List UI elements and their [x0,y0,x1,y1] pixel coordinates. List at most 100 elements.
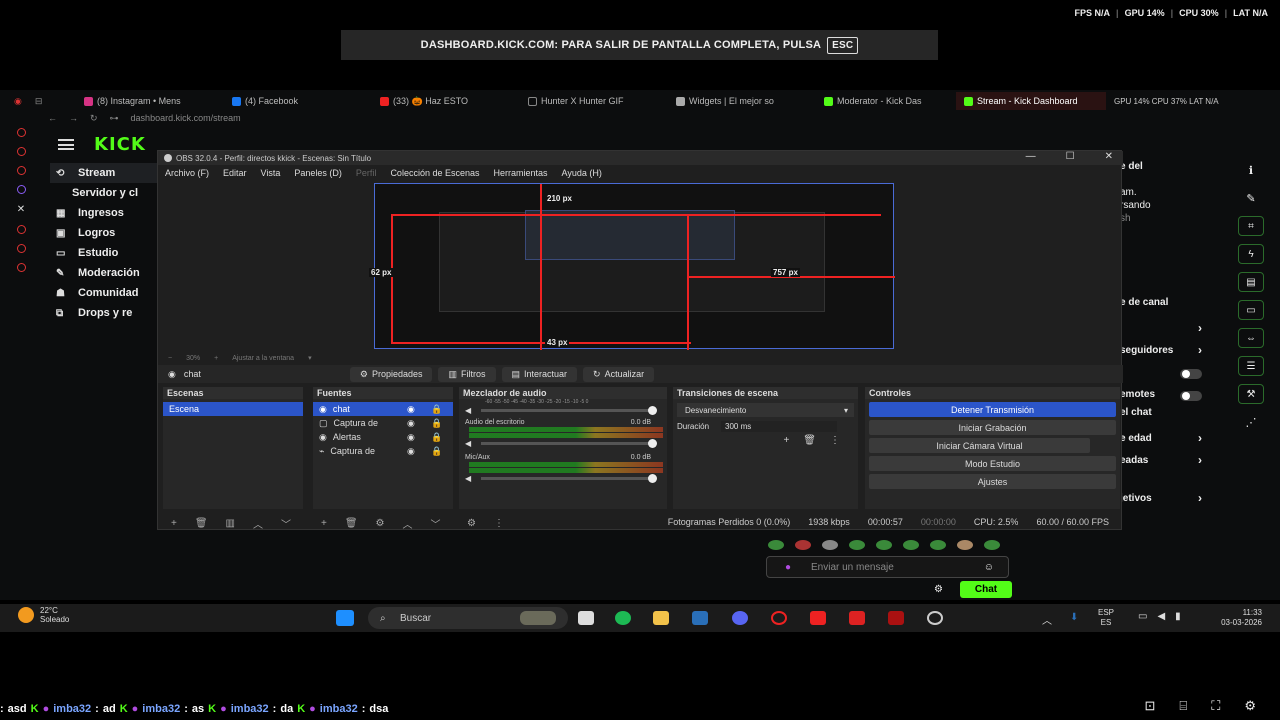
studio-mode-button[interactable]: Modo Estudio [869,456,1116,471]
lock-icon[interactable]: 🔒 [431,404,442,415]
tab-facebook[interactable]: (4) Facebook [224,92,372,110]
volume-slider[interactable] [481,439,657,448]
interact-button[interactable]: ▤ Interactuar [501,366,578,382]
obs-preview[interactable]: 210 px 62 px 757 px 43 px [369,183,895,350]
tab-moderator[interactable]: Moderator - Kick Das [816,92,956,110]
site-info-icon[interactable]: ⊶ [110,113,119,124]
properties-button[interactable]: ⚙ Propiedades [349,366,433,382]
url-text[interactable]: dashboard.kick.com/stream [131,113,241,123]
settings-button[interactable]: Ajustes [869,474,1116,489]
duration-input[interactable]: 300 ms [721,421,838,432]
setting-goals[interactable]: jetivos [1120,493,1152,504]
lock-icon[interactable]: 🔒 [431,418,442,429]
chat-input[interactable]: ● Enviar un mensaje ☺ [766,556,1009,578]
app-icon[interactable] [810,611,826,625]
chevron-right-icon[interactable]: › [1198,453,1202,467]
setting-chat[interactable]: el chat [1120,407,1152,418]
source-item[interactable]: ◉ Alertas ◉ 🔒 [313,430,453,444]
volume-icon[interactable]: ◀ [465,406,471,415]
toggle-switch[interactable] [1180,369,1202,379]
nav-studio[interactable]: ▭ Estudio [50,243,160,263]
tab-hunter[interactable]: Hunter X Hunter GIF [520,92,668,110]
eye-icon[interactable]: ◉ [407,446,415,457]
theater-mode-icon[interactable]: ⊡ [1145,698,1156,714]
stop-streaming-button[interactable]: Detener Transmisión [869,402,1116,417]
chevron-right-icon[interactable]: › [1198,343,1202,357]
info-icon[interactable]: ℹ [1238,160,1264,180]
rail-icon[interactable] [16,244,26,253]
chevron-right-icon[interactable]: › [1198,431,1202,445]
eye-icon[interactable]: ◉ [407,432,415,443]
layout-icon[interactable]: ⌸ [1179,698,1187,714]
taskbar-search[interactable]: ⌕ Buscar [368,607,568,629]
nav-achievements[interactable]: ▣ Logros [50,223,160,243]
lightning-icon[interactable]: ϟ [1238,244,1264,264]
obs-icon[interactable] [927,611,943,625]
back-icon[interactable]: ← [48,113,57,123]
eye-icon[interactable]: ◉ [407,418,415,429]
nav-server[interactable]: Servidor y cl [50,183,160,203]
weather-widget[interactable]: 22°C Soleado [18,606,69,624]
spotify-icon[interactable] [615,611,631,625]
chat-icon[interactable]: ▤ [1238,272,1264,292]
setting-age[interactable]: e edad [1120,433,1152,444]
app-icon[interactable] [888,611,904,625]
address-bar[interactable]: ← → ↻ ⊶ dashboard.kick.com/stream [0,110,1280,126]
windows-start-icon[interactable] [336,610,354,626]
gear-icon[interactable]: ⚙ [934,584,943,595]
lock-icon[interactable]: 🔒 [431,446,442,457]
dropdown-icon[interactable]: ▾ [308,354,312,362]
chevron-right-icon[interactable]: › [1198,491,1202,505]
chevron-right-icon[interactable]: › [1198,321,1202,335]
taskview-icon[interactable] [578,611,594,625]
emote-icon[interactable] [822,540,838,550]
tab-widgets[interactable]: Widgets | El mejor so [668,92,816,110]
scene-item[interactable]: Escena [163,402,303,416]
fullscreen-icon[interactable]: ⛶ [1211,698,1220,714]
emoji-icon[interactable]: ☺ [984,562,994,573]
volume-slider[interactable] [481,406,657,415]
clip-icon[interactable]: ⌗ [1238,216,1264,236]
folder-icon[interactable] [653,611,669,625]
setting-emotes[interactable]: emotes [1120,389,1155,400]
tray-app-icon[interactable]: ⬇ [1070,612,1078,623]
toggle-switch[interactable] [1180,391,1202,401]
emote-icon[interactable] [768,540,784,550]
tab-youtube[interactable]: (33) 🎃 Haz ESTO [372,92,520,110]
x-icon[interactable]: ✕ [17,204,25,215]
emote-icon[interactable] [849,540,865,550]
wrench-icon[interactable]: ⚒ [1238,384,1264,404]
tray-chevron-icon[interactable]: ︿ [1042,612,1052,627]
source-item[interactable]: ▢ Captura de ◉ 🔒 [313,416,453,430]
source-item[interactable]: ◉ chat ◉ 🔒 [313,402,453,416]
fit-window[interactable]: Ajustar a la ventana [232,355,294,362]
rail-icon[interactable] [16,128,26,137]
nav-community[interactable]: ☗ Comunidad [50,283,160,303]
steam-icon[interactable] [692,611,708,625]
start-recording-button[interactable]: Iniciar Grabación [869,420,1116,435]
refresh-button[interactable]: ↻ Actualizar [583,366,655,382]
menu-docks[interactable]: Paneles (D) [294,168,342,178]
opera-icon[interactable] [771,611,787,625]
share-icon[interactable]: ⋰ [1238,412,1264,432]
esc-key[interactable]: ESC [827,36,859,54]
emote-icon[interactable] [903,540,919,550]
nav-moderation[interactable]: ✎ Moderación [50,263,160,283]
close-icon[interactable]: ✕ [1105,151,1113,162]
emote-icon[interactable] [876,540,892,550]
reload-icon[interactable]: ↻ [90,113,98,124]
start-virtual-camera-button[interactable]: Iniciar Cámara Virtual [869,438,1090,453]
minimize-icon[interactable]: — [1026,151,1036,162]
zoom-in-icon[interactable]: + [214,355,218,362]
tab-stream-dashboard[interactable]: Stream - Kick Dashboard [956,92,1106,110]
volume-icon[interactable]: ◀ [465,474,471,483]
rail-icon[interactable] [16,147,26,156]
discord-icon[interactable] [732,611,748,625]
menu-tools[interactable]: Herramientas [494,168,548,178]
twitch-icon[interactable] [16,185,26,194]
forward-icon[interactable]: → [69,113,78,123]
layout-icon[interactable]: ☰ [1238,356,1264,376]
transition-select[interactable]: Desvanecimiento ▾ [677,403,854,417]
rail-icon[interactable] [16,166,26,175]
lock-icon[interactable]: 🔒 [431,432,442,443]
